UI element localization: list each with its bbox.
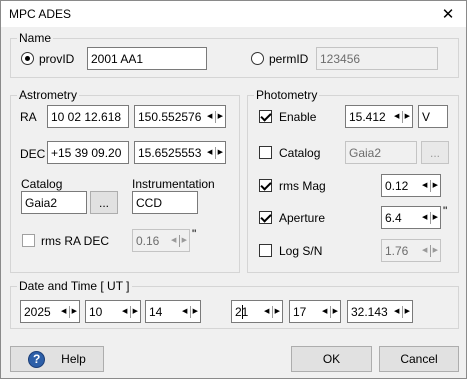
month-value: 10: [89, 305, 103, 319]
instrumentation-input[interactable]: CCD: [132, 191, 198, 214]
spin-left-icon[interactable]: ◀: [122, 307, 127, 317]
spin-left-icon[interactable]: ◀: [171, 236, 176, 246]
astrometry-catalog-label: Catalog: [21, 177, 63, 191]
rms-radec-label: rms RA DEC: [41, 234, 110, 248]
spin-right-icon[interactable]: ▶: [72, 307, 77, 317]
spin-left-icon[interactable]: ◀: [394, 307, 399, 317]
photometry-enable-label: Enable: [279, 110, 317, 124]
aperture-unit: ": [443, 204, 448, 218]
spin-left-icon[interactable]: ◀: [422, 246, 427, 256]
spin-left-icon[interactable]: ◀: [264, 307, 269, 317]
spin-right-icon[interactable]: ▶: [333, 307, 338, 317]
instrumentation-label: Instrumentation: [132, 177, 215, 191]
text-caret: [242, 305, 243, 319]
day-value: 14: [149, 305, 163, 319]
rms-mag-spinner[interactable]: 0.12 ◀ ▶: [381, 174, 441, 197]
astrometry-catalog-browse-button[interactable]: ...: [90, 191, 118, 214]
rms-mag-value: 0.12: [385, 179, 409, 193]
help-button[interactable]: ? Help: [10, 346, 104, 372]
astrometry-catalog-input[interactable]: Gaia2: [21, 191, 87, 214]
permid-label: permID: [269, 52, 309, 66]
dec-sexagesimal-input[interactable]: +15 39 09.20: [47, 141, 129, 164]
photometry-catalog-browse-button[interactable]: ...: [421, 141, 449, 164]
astrometry-group-label: Astrometry: [17, 88, 80, 102]
dec-decimal-spinner[interactable]: 15.6525553 ◀ ▶: [134, 141, 226, 164]
minute-value: 17: [293, 305, 307, 319]
spin-left-icon[interactable]: ◀: [422, 213, 427, 223]
spin-right-icon[interactable]: ▶: [133, 307, 138, 317]
aperture-spinner[interactable]: 6.4 ◀ ▶: [381, 206, 441, 229]
close-icon[interactable]: ✕: [430, 1, 466, 27]
dec-label: DEC: [20, 147, 46, 161]
ra-label: RA: [20, 110, 37, 124]
photometry-enable-checkbox[interactable]: [259, 110, 272, 123]
magnitude-spinner[interactable]: 15.412 ◀ ▶: [345, 105, 413, 128]
photometry-catalog-input[interactable]: Gaia2: [345, 141, 417, 164]
spin-right-icon[interactable]: ▶: [275, 307, 280, 317]
band-input[interactable]: V: [418, 105, 448, 128]
window-title: MPC ADES: [9, 7, 72, 21]
spin-left-icon[interactable]: ◀: [394, 112, 399, 122]
spin-right-icon[interactable]: ▶: [433, 246, 438, 256]
spin-right-icon[interactable]: ▶: [433, 181, 438, 191]
second-value: 32.143: [351, 305, 388, 319]
spin-right-icon[interactable]: ▶: [193, 307, 198, 317]
rms-radec-checkbox[interactable]: [22, 234, 35, 247]
magnitude-value: 15.412: [349, 110, 386, 124]
ra-sexagesimal-input[interactable]: 10 02 12.618: [47, 105, 129, 128]
spin-right-icon[interactable]: ▶: [405, 307, 410, 317]
photometry-group-label: Photometry: [254, 88, 320, 102]
day-spinner[interactable]: 14 ◀ ▶: [145, 300, 201, 323]
spin-left-icon[interactable]: ◀: [207, 112, 212, 122]
spin-left-icon[interactable]: ◀: [322, 307, 327, 317]
spin-right-icon[interactable]: ▶: [218, 112, 223, 122]
log-sn-spinner[interactable]: 1.76 ◀ ▶: [381, 239, 441, 262]
aperture-checkbox[interactable]: [259, 211, 272, 224]
spin-left-icon[interactable]: ◀: [422, 181, 427, 191]
cancel-button[interactable]: Cancel: [379, 346, 459, 372]
help-icon: ?: [28, 350, 46, 368]
provid-input[interactable]: 2001 AA1: [87, 47, 207, 70]
name-group-label: Name: [17, 31, 54, 45]
spin-right-icon[interactable]: ▶: [433, 213, 438, 223]
year-value: 2025: [24, 305, 51, 319]
spin-right-icon[interactable]: ▶: [218, 148, 223, 158]
mpc-ades-dialog: MPC ADES ✕ Name provID 2001 AA1 permID 1…: [0, 0, 467, 379]
rms-mag-checkbox[interactable]: [259, 179, 272, 192]
rms-mag-label: rms Mag: [279, 179, 326, 193]
log-sn-checkbox[interactable]: [259, 244, 272, 257]
spin-left-icon[interactable]: ◀: [61, 307, 66, 317]
dec-decimal-value: 15.6525553: [138, 146, 202, 160]
rms-radec-value: 0.16: [136, 234, 160, 248]
permid-input[interactable]: 123456: [316, 47, 438, 70]
provid-radio[interactable]: [21, 52, 34, 65]
month-spinner[interactable]: 10 ◀ ▶: [85, 300, 141, 323]
spin-left-icon[interactable]: ◀: [207, 148, 212, 158]
spin-right-icon[interactable]: ▶: [182, 236, 187, 246]
log-sn-label: Log S/N: [279, 244, 323, 258]
photometry-catalog-label: Catalog: [279, 146, 321, 160]
photometry-catalog-checkbox[interactable]: [259, 146, 272, 159]
provid-label: provID: [39, 52, 75, 66]
minute-spinner[interactable]: 17 ◀ ▶: [289, 300, 341, 323]
help-button-label: Help: [61, 352, 86, 366]
datetime-group-label: Date and Time [ UT ]: [17, 279, 132, 293]
ra-decimal-spinner[interactable]: 150.552576 ◀ ▶: [134, 105, 226, 128]
second-spinner[interactable]: 32.143 ◀ ▶: [347, 300, 413, 323]
aperture-label: Aperture: [279, 211, 326, 225]
rms-radec-spinner[interactable]: 0.16 ◀ ▶: [132, 229, 190, 252]
permid-radio[interactable]: [251, 52, 264, 65]
spin-right-icon[interactable]: ▶: [405, 112, 410, 122]
hour-spinner[interactable]: 21 ◀▶: [231, 300, 283, 323]
year-spinner[interactable]: 2025 ◀ ▶: [20, 300, 80, 323]
spin-left-icon[interactable]: ◀: [182, 307, 187, 317]
rms-radec-unit: ": [192, 227, 197, 241]
ra-decimal-value: 150.552576: [138, 110, 202, 124]
log-sn-value: 1.76: [385, 244, 409, 258]
aperture-value: 6.4: [385, 211, 402, 225]
ok-button[interactable]: OK: [291, 346, 372, 372]
title-bar: MPC ADES ✕: [1, 1, 466, 27]
